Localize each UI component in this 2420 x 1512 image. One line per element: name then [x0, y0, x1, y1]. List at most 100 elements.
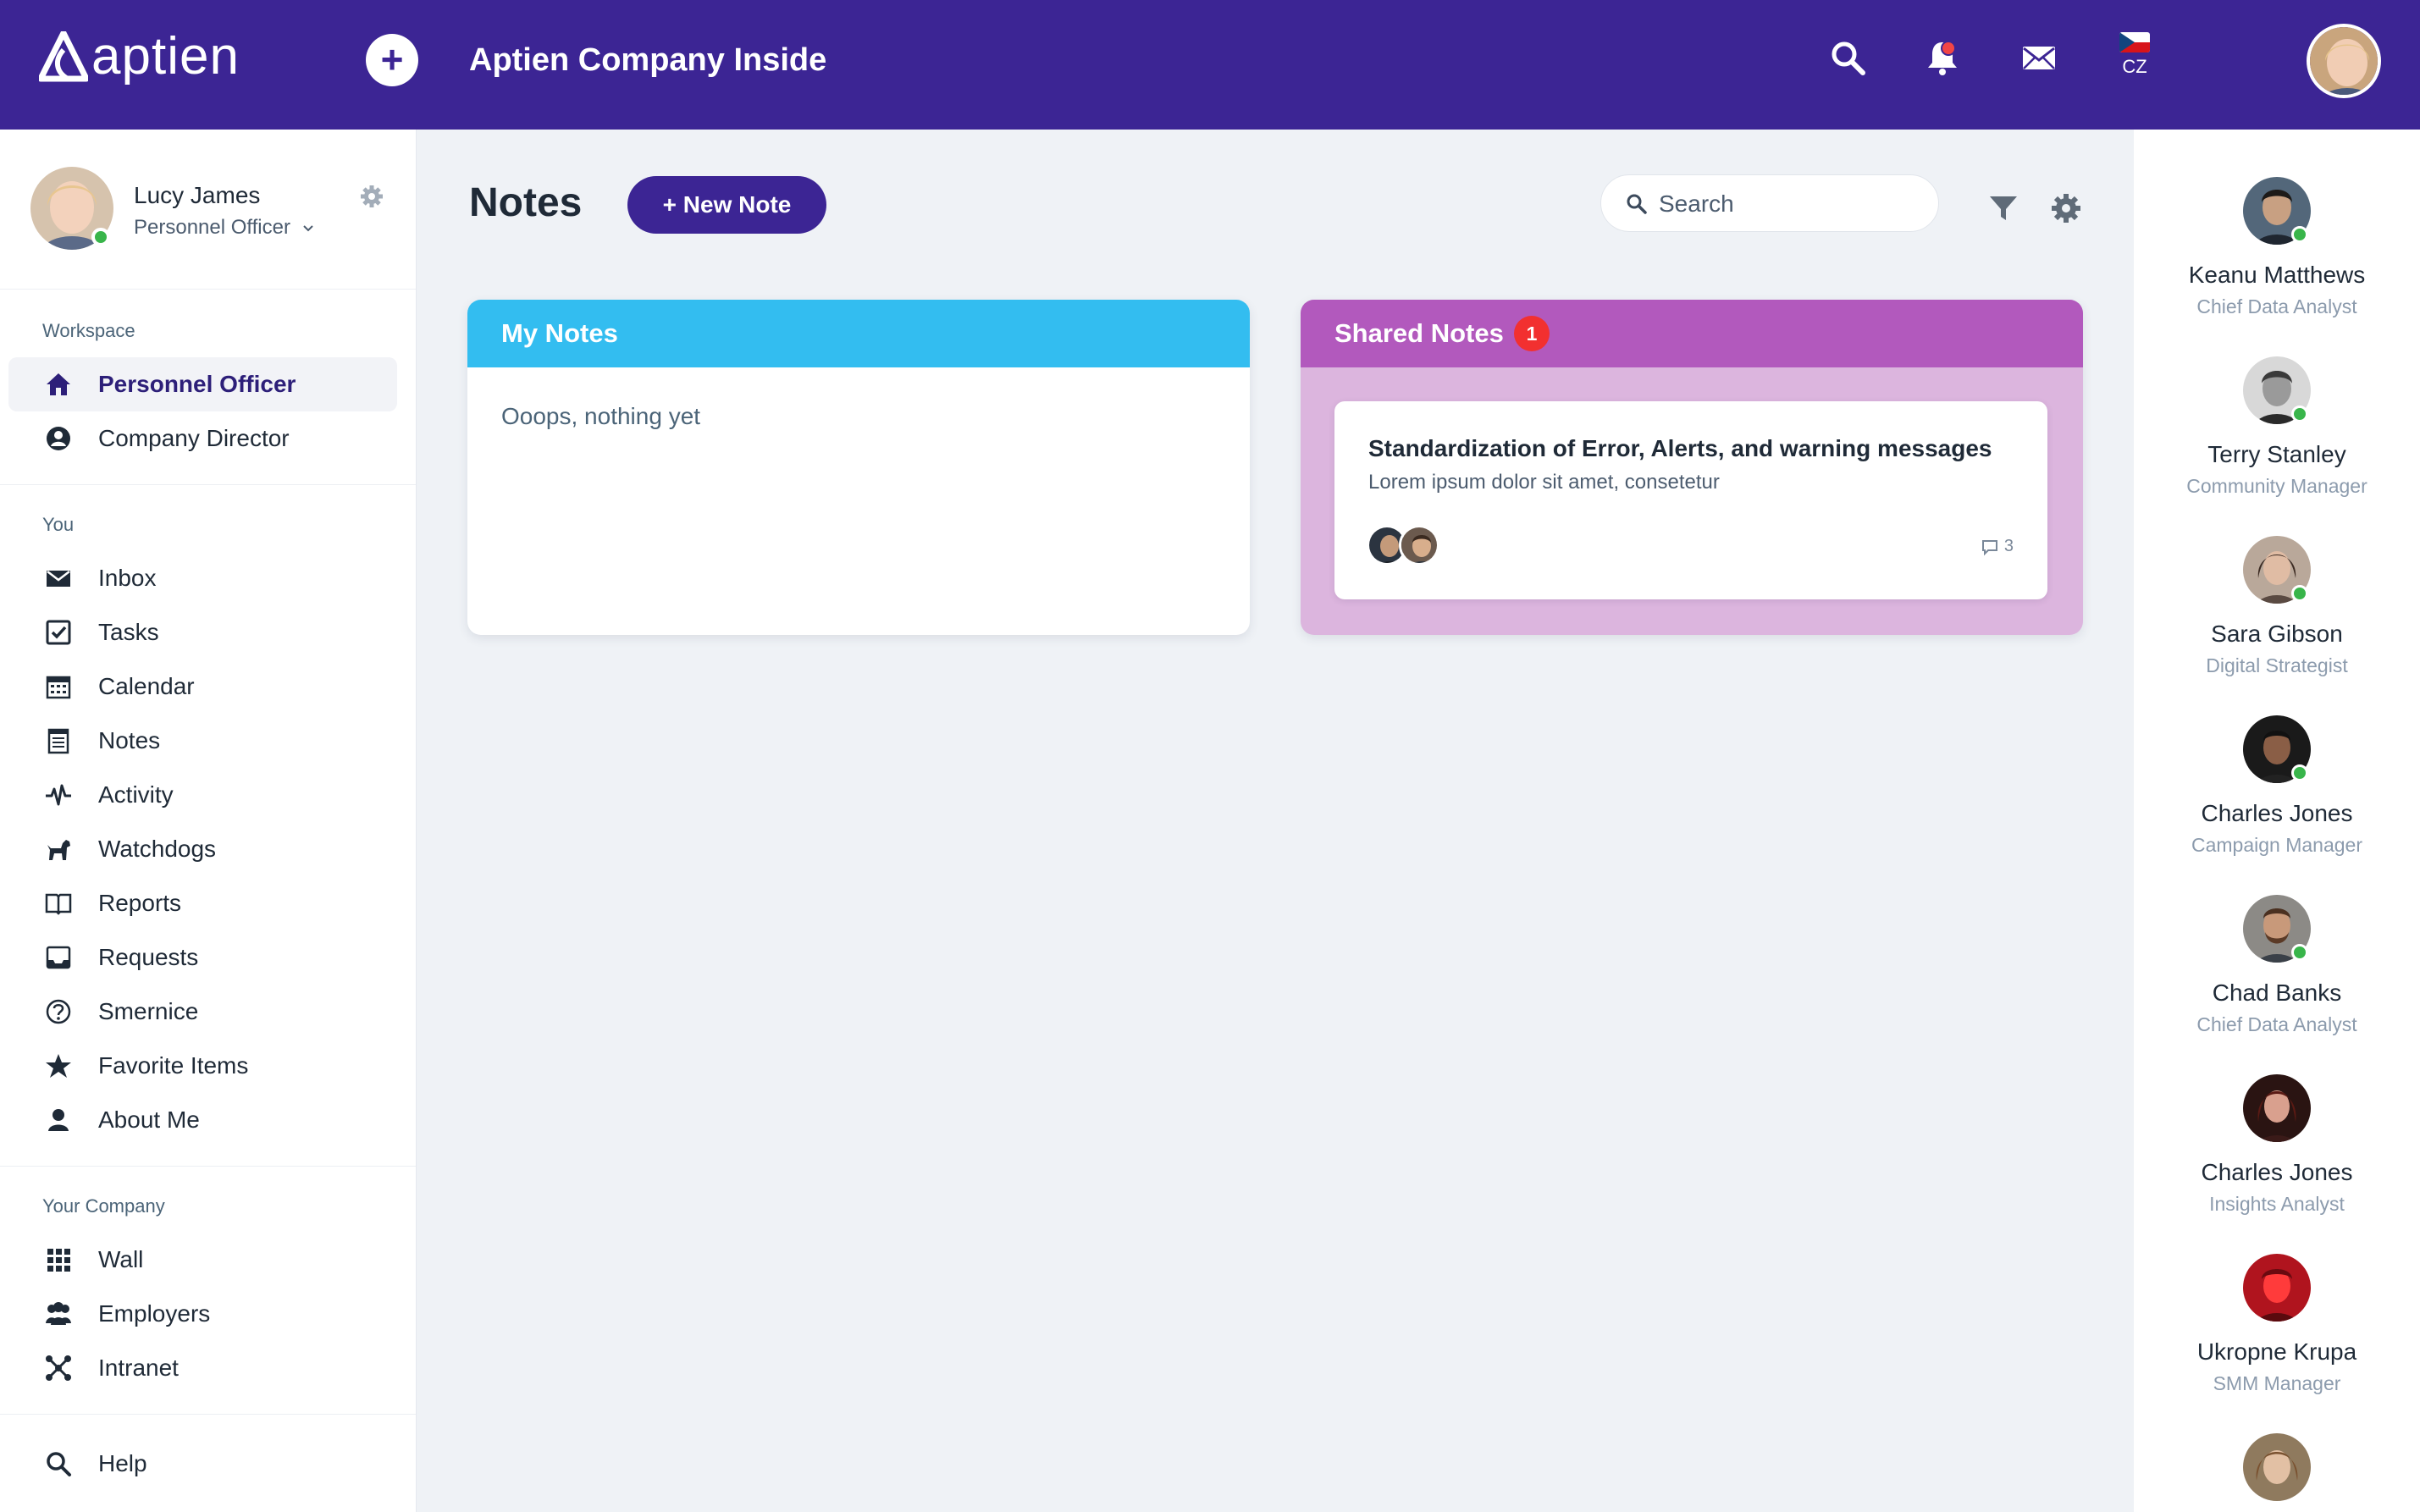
contact-role: Chief Data Analyst	[2134, 1013, 2420, 1036]
checkbox-icon	[44, 618, 73, 647]
sidebar-item-label: Employers	[98, 1300, 210, 1327]
group-icon	[44, 1300, 73, 1328]
contact-name: Keanu Matthews	[2134, 262, 2420, 289]
shared-with-avatars	[1367, 525, 1451, 567]
contact-item[interactable]: Keanu Matthews Chief Data Analyst	[2134, 177, 2420, 318]
calendar-icon	[44, 672, 73, 701]
section-title-workspace: Workspace	[42, 320, 416, 342]
sidebar-item-intranet[interactable]: Intranet	[8, 1341, 397, 1395]
app-title: Aptien Company Inside	[469, 42, 826, 79]
contact-name: Charles Jones	[2134, 800, 2420, 827]
sidebar-item-label: Personnel Officer	[98, 371, 296, 398]
contact-item[interactable]: Terry Stanley Community Manager	[2134, 356, 2420, 498]
network-icon	[44, 1354, 73, 1382]
avatar	[2243, 1074, 2311, 1142]
sidebar-item-calendar[interactable]: Calendar	[8, 659, 397, 714]
add-button[interactable]: +	[366, 34, 418, 86]
star-icon	[44, 1051, 73, 1080]
sidebar-item-label: Intranet	[98, 1355, 179, 1382]
sidebar-item-inbox[interactable]: Inbox	[8, 551, 397, 605]
contact-role: Community Manager	[2134, 475, 2420, 498]
sidebar-item-label: About Me	[98, 1106, 200, 1134]
notes-icon	[44, 726, 73, 755]
aptien-logo[interactable]: aptien	[39, 30, 240, 83]
you-section: You Inbox Tasks Calendar Notes Activity …	[0, 485, 416, 1167]
search-icon[interactable]	[1827, 37, 1868, 78]
sidebar-item-help[interactable]: Help	[8, 1437, 397, 1491]
contact-item[interactable]	[2134, 1433, 2420, 1501]
note-title: Standardization of Error, Alerts, and wa…	[1368, 435, 1992, 462]
sidebar-item-favorite-items[interactable]: Favorite Items	[8, 1039, 397, 1093]
role-switcher[interactable]: Personnel Officer	[134, 216, 315, 240]
note-card[interactable]: Standardization of Error, Alerts, and wa…	[1334, 401, 2047, 599]
sidebar-item-label: Notes	[98, 727, 160, 754]
sidebar-item-company-director[interactable]: Company Director	[8, 411, 397, 466]
contact-role: Chief Data Analyst	[2134, 295, 2420, 318]
online-status-dot	[2291, 406, 2308, 422]
help-section: Help	[0, 1415, 416, 1491]
comment-count-value: 3	[2004, 537, 2014, 556]
sidebar-item-reports[interactable]: Reports	[8, 876, 397, 930]
sidebar-item-label: Wall	[98, 1246, 143, 1273]
sidebar-item-label: Favorite Items	[98, 1052, 248, 1079]
avatar	[2243, 1433, 2311, 1501]
sidebar-item-smernice[interactable]: Smernice	[8, 985, 397, 1039]
sidebar-item-activity[interactable]: Activity	[8, 768, 397, 822]
contact-name: Charles Jones	[2134, 1159, 2420, 1186]
gear-icon[interactable]	[359, 184, 384, 209]
comment-count[interactable]: 3	[1981, 537, 2014, 556]
contact-name: Ukropne Krupa	[2134, 1338, 2420, 1366]
sidebar-item-label: Watchdogs	[98, 836, 216, 863]
search-input[interactable]	[1659, 185, 1921, 223]
sidebar-item-about-me[interactable]: About Me	[8, 1093, 397, 1147]
contact-name: Terry Stanley	[2134, 441, 2420, 468]
search-icon	[1625, 192, 1649, 216]
sidebar-item-watchdogs[interactable]: Watchdogs	[8, 822, 397, 876]
sidebar-item-label: Requests	[98, 944, 198, 971]
dog-icon	[44, 835, 73, 864]
contact-role: Digital Strategist	[2134, 654, 2420, 677]
contacts-column: Keanu Matthews Chief Data Analyst Terry …	[2134, 130, 2420, 1512]
online-status-dot	[2291, 226, 2308, 243]
online-status-dot	[91, 228, 110, 246]
logo-mark-icon	[39, 31, 88, 82]
mail-icon[interactable]	[2019, 37, 2059, 78]
section-title-company: Your Company	[42, 1195, 416, 1217]
empty-state-text: Ooops, nothing yet	[501, 403, 1250, 430]
sidebar-item-personnel-officer[interactable]: Personnel Officer	[8, 357, 397, 411]
contact-item[interactable]: Charles Jones Campaign Manager	[2134, 715, 2420, 857]
company-section: Your Company Wall Employers Intranet	[0, 1167, 416, 1415]
gear-icon[interactable]	[2049, 191, 2083, 225]
sidebar-item-employers[interactable]: Employers	[8, 1287, 397, 1341]
sidebar-item-requests[interactable]: Requests	[8, 930, 397, 985]
sidebar: Lucy James Personnel Officer Workspace P…	[0, 130, 417, 1512]
filter-icon[interactable]	[1988, 193, 2019, 223]
shared-notes-panel: Shared Notes 1 Standardization of Error,…	[1301, 300, 2083, 635]
search-icon	[44, 1449, 73, 1478]
sidebar-item-tasks[interactable]: Tasks	[8, 605, 397, 659]
comment-icon	[1981, 538, 1999, 556]
search-box	[1600, 174, 1939, 232]
sidebar-item-notes[interactable]: Notes	[8, 714, 397, 768]
profile-role: Personnel Officer	[134, 216, 290, 239]
shared-notes-header: Shared Notes 1	[1301, 300, 2083, 367]
section-title-you: You	[42, 514, 416, 536]
contact-role: SMM Manager	[2134, 1372, 2420, 1395]
contact-role: Campaign Manager	[2134, 834, 2420, 857]
avatar	[1399, 525, 1439, 566]
contact-role: Insights Analyst	[2134, 1193, 2420, 1216]
contact-item[interactable]: Chad Banks Chief Data Analyst	[2134, 895, 2420, 1036]
page-title: Notes	[469, 179, 582, 226]
user-avatar[interactable]	[2307, 24, 2381, 98]
logo-text: aptien	[91, 30, 240, 83]
pulse-icon	[44, 781, 73, 809]
contact-item[interactable]: Sara Gibson Digital Strategist	[2134, 536, 2420, 677]
contact-item[interactable]: Ukropne Krupa SMM Manager	[2134, 1254, 2420, 1395]
language-switcher[interactable]: CZ	[2117, 32, 2152, 78]
new-note-button[interactable]: + New Note	[627, 176, 826, 234]
contact-item[interactable]: Charles Jones Insights Analyst	[2134, 1074, 2420, 1216]
sidebar-item-wall[interactable]: Wall	[8, 1233, 397, 1287]
inbox-tray-icon	[44, 943, 73, 972]
note-excerpt: Lorem ipsum dolor sit amet, consetetur	[1368, 471, 1720, 494]
question-icon	[44, 997, 73, 1026]
